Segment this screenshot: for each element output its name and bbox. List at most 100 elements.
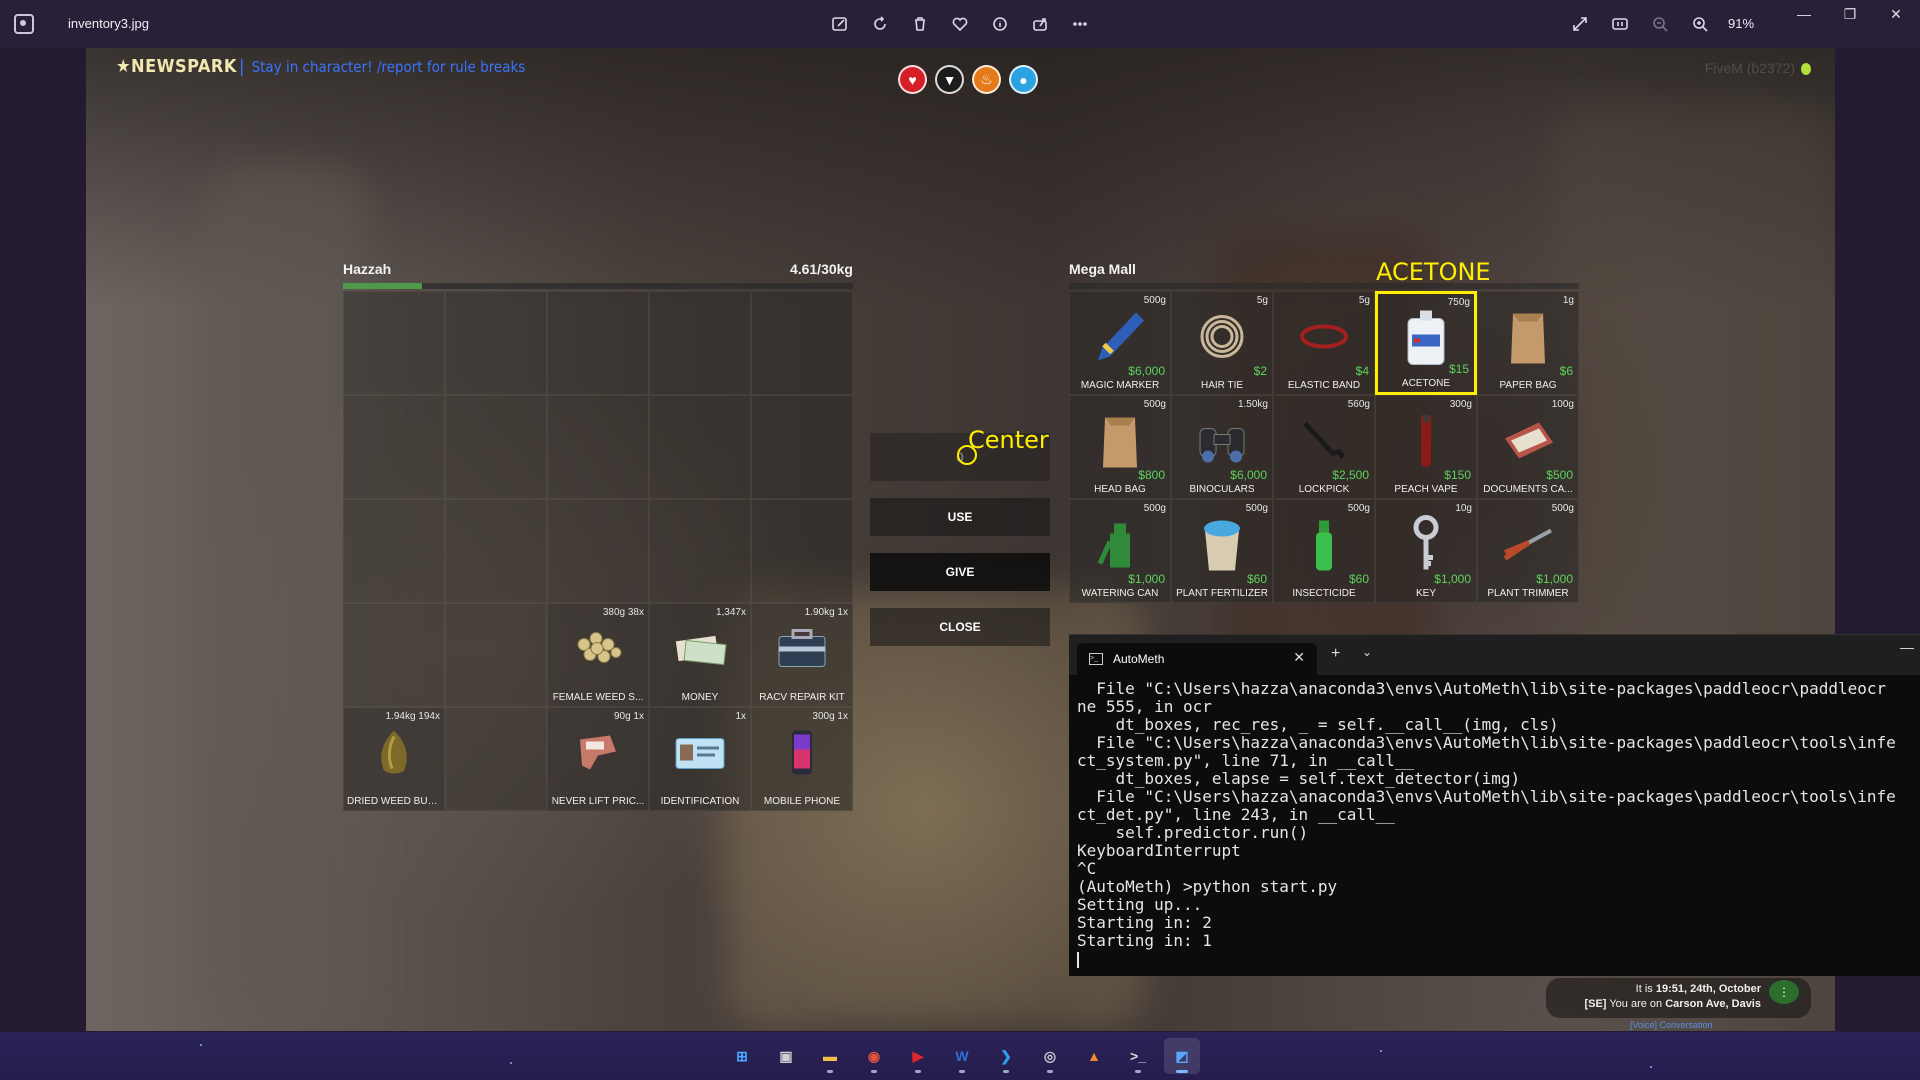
slot-meta: 1x	[735, 711, 746, 722]
fivem-build-text: FiveM (b2372)	[1704, 60, 1795, 76]
slot-price: $4	[1355, 364, 1369, 378]
shop-item[interactable]: 500g $60 INSECTICIDE	[1273, 499, 1375, 603]
pricegun-icon	[572, 729, 624, 780]
fullscreen-icon[interactable]	[1568, 12, 1592, 36]
inventory-slot[interactable]	[445, 291, 547, 395]
zoom-in-icon[interactable]	[1688, 12, 1712, 36]
app-generic[interactable]: ◎	[1032, 1038, 1068, 1074]
inventory-slot[interactable]	[751, 291, 853, 395]
delete-icon[interactable]	[908, 12, 932, 36]
inventory-slot[interactable]	[751, 395, 853, 499]
info-icon[interactable]	[988, 12, 1012, 36]
slot-label: FEMALE WEED S...	[552, 692, 644, 703]
slot-label: WATERING CAN	[1081, 588, 1159, 599]
actual-size-icon[interactable]	[1608, 12, 1632, 36]
vscode-app[interactable]: ❯	[988, 1038, 1024, 1074]
rotate-icon[interactable]	[868, 12, 892, 36]
inventory-slot[interactable]: 1,347x MONEY	[649, 603, 751, 707]
task-view-button[interactable]: ▣	[768, 1038, 804, 1074]
shop-item[interactable]: 1.50kg $6,000 BINOCULARS	[1171, 395, 1273, 499]
inventory-slot[interactable]: 1.90kg 1x RACV REPAIR KIT	[751, 603, 853, 707]
player-slot-grid: 380g 38x FEMALE WEED S... 1,347x MONEY 1.90k…	[343, 291, 853, 811]
close-button[interactable]: CLOSE	[870, 608, 1050, 646]
shop-item[interactable]: 5g $4 ELASTIC BAND	[1273, 291, 1375, 395]
media-player-app[interactable]: ▶	[900, 1038, 936, 1074]
taskbar: ⊞ ▣ ▬ ◉ ▶ W ❯ ◎ ▲ >_ ◩	[0, 1032, 1920, 1080]
inventory-slot[interactable]: 300g 1x MOBILE PHONE	[751, 707, 853, 811]
shop-item[interactable]: 100g $500 DOCUMENTS CA...	[1477, 395, 1579, 499]
toolbox-icon	[773, 624, 831, 677]
shop-item[interactable]: 5g $2 HAIR TIE	[1171, 291, 1273, 395]
chevron-down-icon[interactable]: ⌄	[1362, 645, 1372, 659]
inventory-slot[interactable]	[547, 291, 649, 395]
inventory-slot[interactable]: 1x IDENTIFICATION	[649, 707, 751, 811]
app-orange[interactable]: ▲	[1076, 1038, 1112, 1074]
use-button[interactable]: USE	[870, 498, 1050, 536]
shop-item[interactable]: 500g $6,000 MAGIC MARKER	[1069, 291, 1171, 395]
slot-meta: 1.50kg	[1237, 399, 1268, 410]
file-name: inventory3.jpg	[68, 16, 149, 31]
more-icon[interactable]	[1068, 12, 1092, 36]
inventory-slot[interactable]	[445, 499, 547, 603]
slot-meta: 10g	[1455, 503, 1472, 514]
start-button[interactable]: ⊞	[724, 1038, 760, 1074]
inventory-slot[interactable]	[649, 395, 751, 499]
inventory-slot[interactable]	[343, 395, 445, 499]
edit-icon[interactable]	[828, 12, 852, 36]
shop-item[interactable]: 560g $2,500 LOCKPICK	[1273, 395, 1375, 499]
inventory-slot[interactable]	[649, 499, 751, 603]
inventory-slot[interactable]	[445, 395, 547, 499]
shop-item[interactable]: 10g $1,000 KEY	[1375, 499, 1477, 603]
terminal-minimize-button[interactable]: —	[1900, 639, 1914, 655]
word-app[interactable]: W	[944, 1038, 980, 1074]
inventory-slot[interactable]	[343, 603, 445, 707]
new-tab-icon[interactable]: +	[1331, 645, 1340, 663]
share-icon[interactable]	[1028, 12, 1052, 36]
give-button[interactable]: GIVE	[870, 553, 1050, 591]
location-value: Carson Ave, Davis	[1665, 998, 1761, 1010]
terminal-tab[interactable]: >_ AutoMeth ✕	[1077, 643, 1317, 675]
terminal-app[interactable]: >_	[1120, 1038, 1156, 1074]
spray-icon	[1309, 514, 1339, 579]
terminal-line: Starting in: 2	[1077, 913, 1212, 932]
shop-item[interactable]: 500g $1,000 WATERING CAN	[1069, 499, 1171, 603]
shop-item[interactable]: 500g $1,000 PLANT TRIMMER	[1477, 499, 1579, 603]
chrome-app[interactable]: ◉	[856, 1038, 892, 1074]
zoom-level[interactable]: 91%	[1728, 12, 1754, 36]
phone-icon	[787, 727, 817, 782]
terminal-window[interactable]: >_ AutoMeth ✕ + ⌄ — File "C:\Users\hazza…	[1069, 634, 1920, 976]
shop-item[interactable]: 500g $60 PLANT FERTILIZER	[1171, 499, 1273, 603]
maximize-button[interactable]: ❐	[1830, 6, 1870, 26]
shop-item[interactable]: 1g $6 PAPER BAG	[1477, 291, 1579, 395]
shop-item[interactable]: 300g $150 PEACH VAPE	[1375, 395, 1477, 499]
favorite-icon[interactable]	[948, 12, 972, 36]
inventory-slot[interactable]	[445, 707, 547, 811]
minimize-button[interactable]: —	[1784, 6, 1824, 26]
player-weight: 4.61/30kg	[789, 261, 853, 277]
shop-item[interactable]: 750g $15 ACETONE	[1375, 291, 1477, 395]
file-explorer-app[interactable]: ▬	[812, 1038, 848, 1074]
marker-icon	[1090, 306, 1150, 371]
shop-divider	[1069, 283, 1579, 289]
inventory-slot[interactable]: 380g 38x FEMALE WEED S...	[547, 603, 649, 707]
terminal-output[interactable]: File "C:\Users\hazza\anaconda3\envs\Auto…	[1077, 680, 1920, 968]
shop-item[interactable]: 500g $800 HEAD BAG	[1069, 395, 1171, 499]
close-window-button[interactable]: ✕	[1876, 6, 1916, 26]
inventory-slot[interactable]: 1.94kg 194x DRIED WEED BUDS	[343, 707, 445, 811]
photos-app[interactable]: ◩	[1164, 1038, 1200, 1074]
inventory-slot[interactable]: 90g 1x NEVER LIFT PRIC...	[547, 707, 649, 811]
inventory-slot[interactable]	[751, 499, 853, 603]
inventory-slot[interactable]	[649, 291, 751, 395]
close-tab-icon[interactable]: ✕	[1293, 649, 1305, 666]
terminal-tab-title: AutoMeth	[1113, 652, 1165, 666]
slot-meta: 300g 1x	[812, 711, 848, 722]
inventory-slot[interactable]	[547, 499, 649, 603]
slot-price: $1,000	[1536, 572, 1573, 586]
terminal-tabbar: >_ AutoMeth ✕ + ⌄ —	[1069, 635, 1920, 675]
inventory-slot[interactable]	[343, 499, 445, 603]
inventory-slot[interactable]	[343, 291, 445, 395]
zoom-out-icon[interactable]	[1648, 12, 1672, 36]
inventory-slot[interactable]	[445, 603, 547, 707]
viewer-titlebar: inventory3.jpg 91% — ❐ ✕	[0, 0, 1920, 48]
inventory-slot[interactable]	[547, 395, 649, 499]
